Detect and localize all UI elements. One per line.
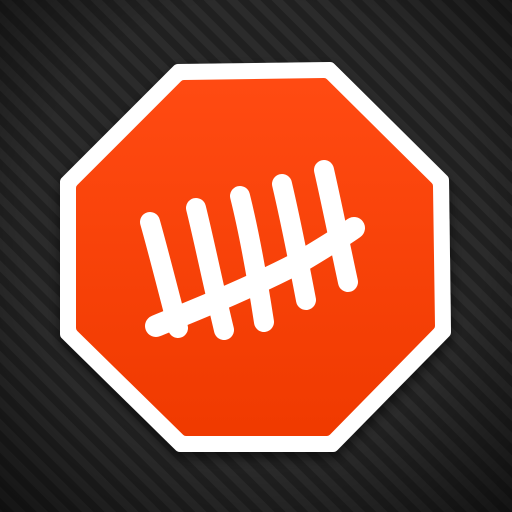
app-icon bbox=[0, 0, 512, 512]
stop-sign-logo bbox=[60, 62, 451, 452]
